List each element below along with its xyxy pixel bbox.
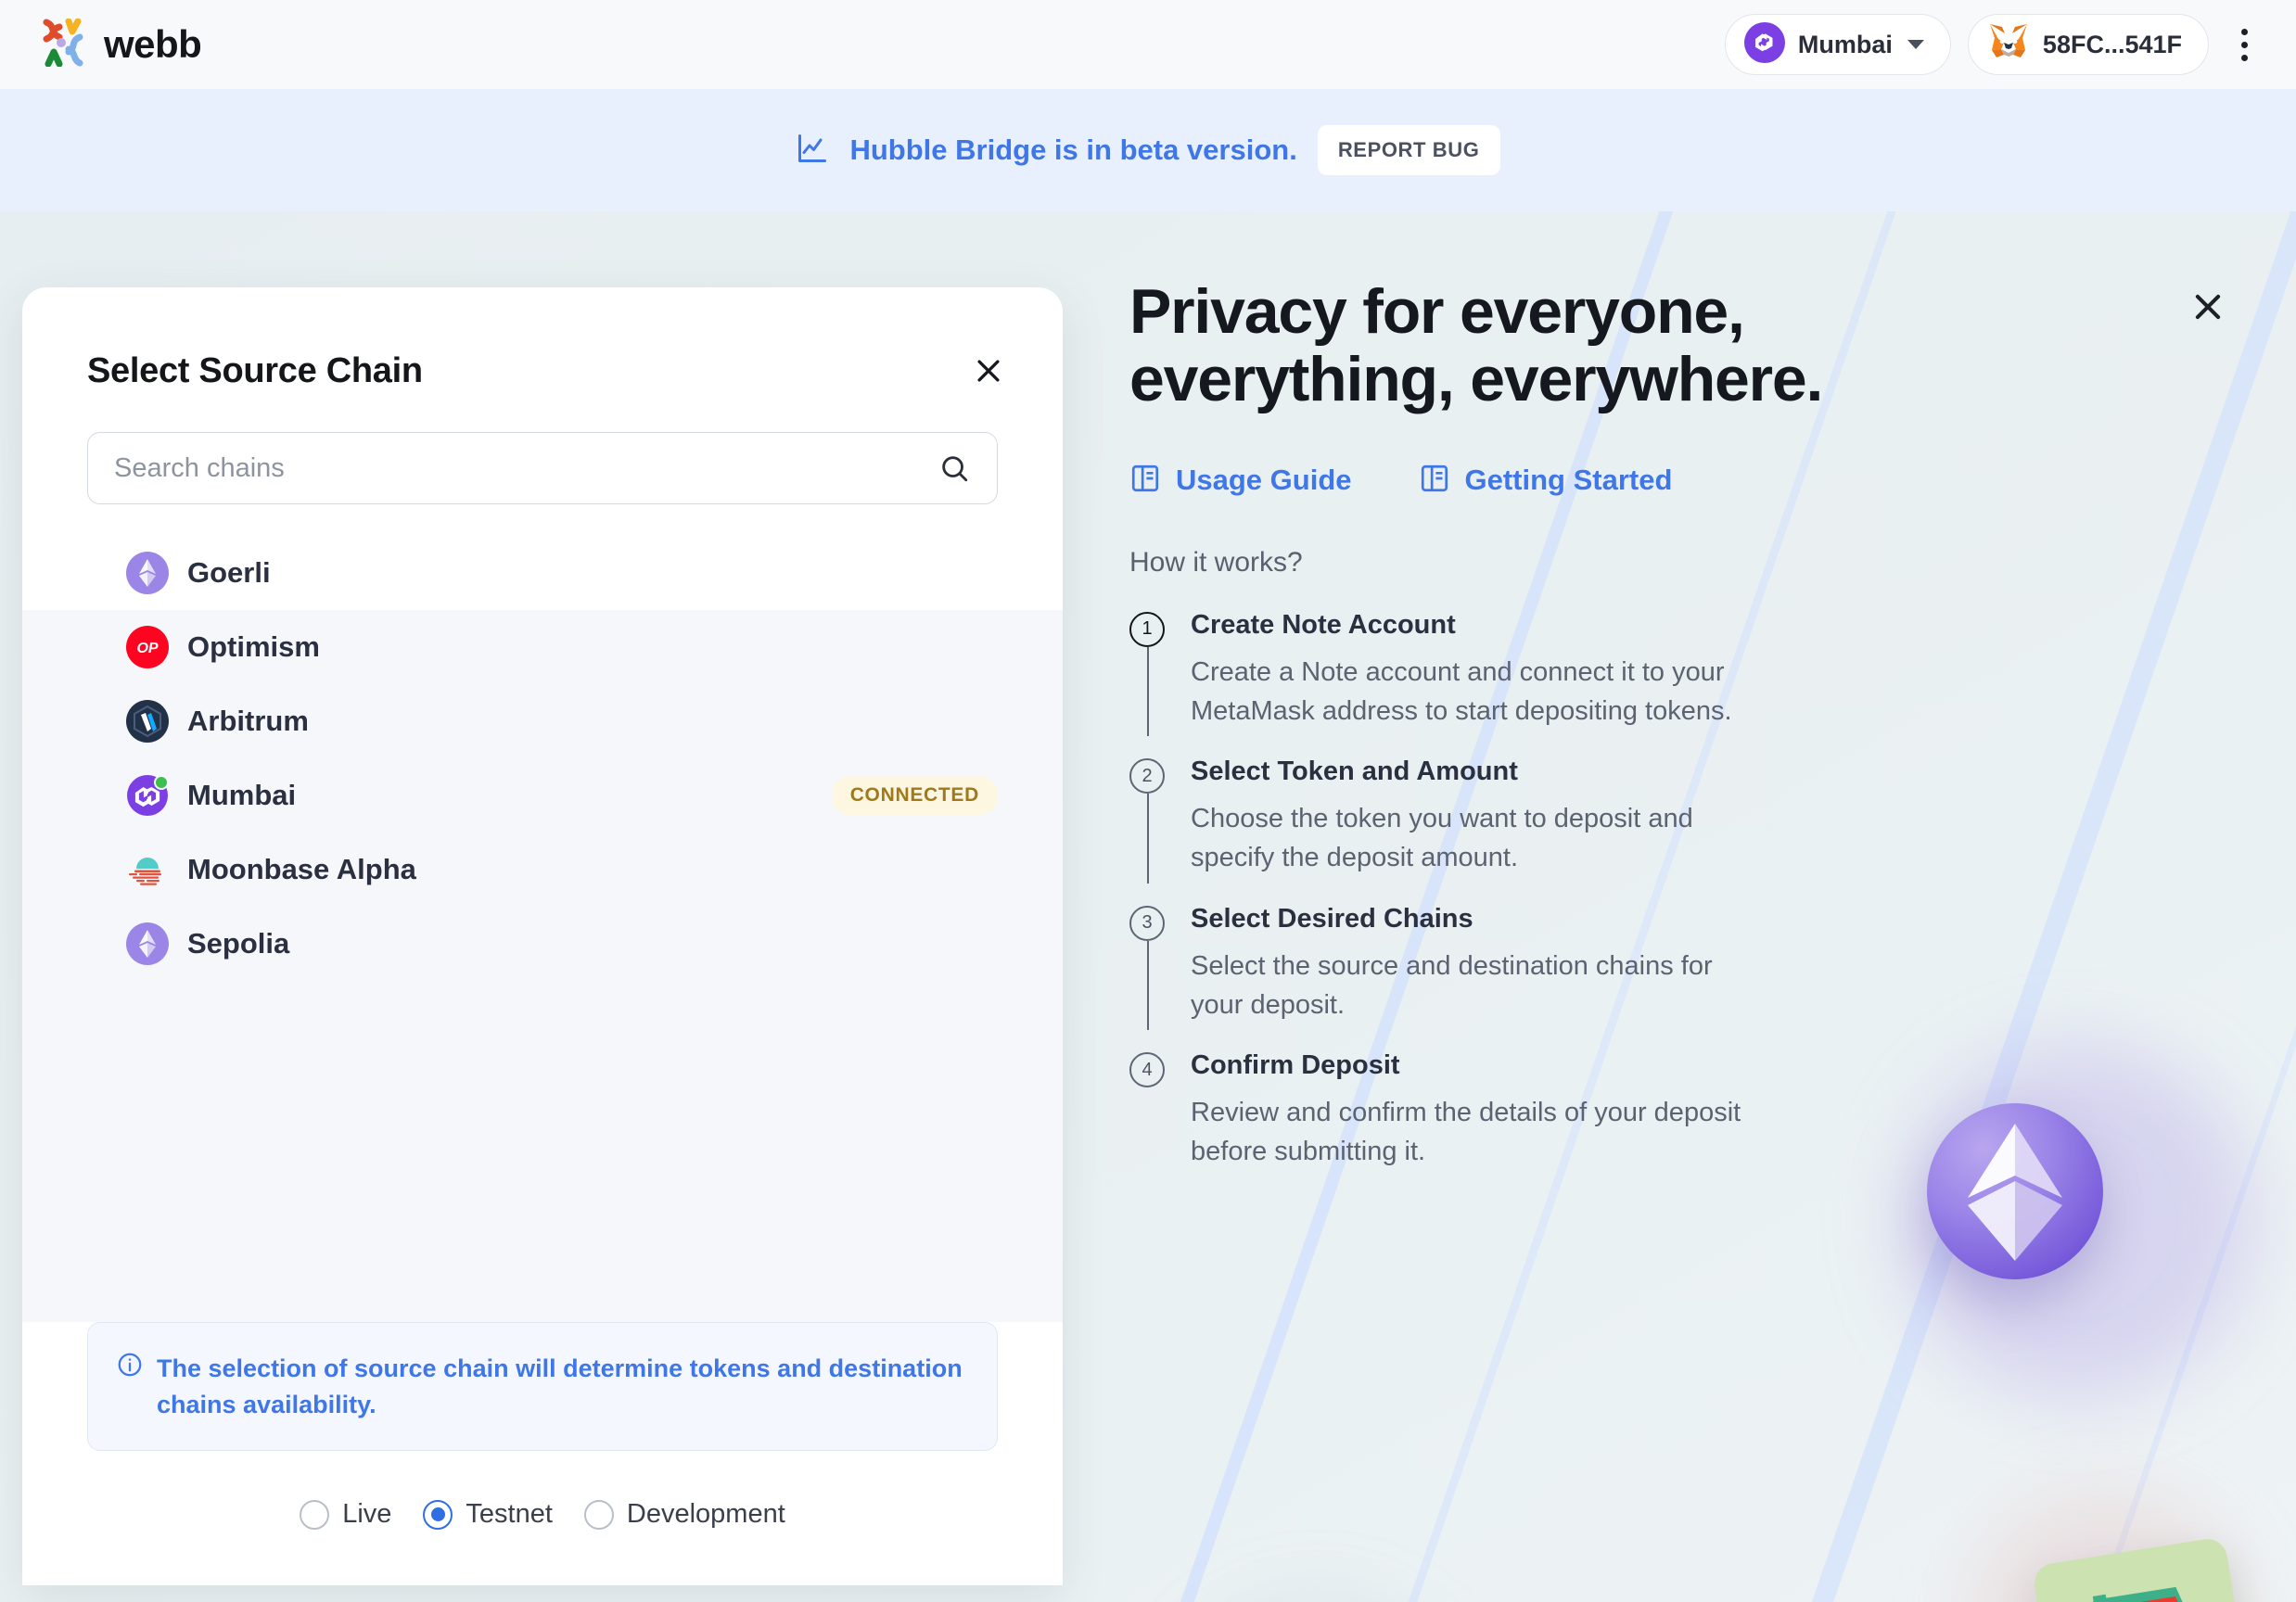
network-selector-button[interactable]: Mumbai <box>1724 14 1951 75</box>
app-root: webb Mumbai 58FC...541F Hubble Bridge is… <box>0 0 2296 1602</box>
page-title: Privacy for everyone, everything, everyw… <box>1129 276 1823 415</box>
chain-list-item-moonbase-alpha[interactable]: Moonbase Alpha <box>22 833 1063 907</box>
step-description: Create a Note account and connect it to … <box>1191 656 1732 726</box>
wallet-address-button[interactable]: 58FC...541F <box>1967 14 2209 75</box>
chain-list-item-optimism[interactable]: OP Optimism <box>22 610 1063 684</box>
network-name: Mumbai <box>1797 30 1893 58</box>
step-number: 4 <box>1129 1052 1165 1088</box>
step-number: 1 <box>1129 611 1165 647</box>
arbitrum-icon <box>126 700 169 743</box>
getting-started-link[interactable]: Getting Started <box>1419 463 1673 499</box>
usage-guide-link[interactable]: Usage Guide <box>1129 463 1352 499</box>
report-bug-button[interactable]: REPORT BUG <box>1317 125 1500 175</box>
close-icon[interactable] <box>2190 289 2226 329</box>
doc-links: Usage Guide Getting Started <box>1129 463 2242 499</box>
svg-text:OP: OP <box>136 641 158 656</box>
step-description: Review and confirm the details of your d… <box>1191 1098 1741 1167</box>
kebab-menu-icon[interactable] <box>2226 14 2263 75</box>
how-it-works-label: How it works? <box>1129 546 1303 578</box>
step-title: Create Note Account <box>1191 609 1456 640</box>
step-number: 2 <box>1129 758 1165 795</box>
chain-name: Arbitrum <box>187 705 309 737</box>
info-panel: Privacy for everyone, everything, everyw… <box>1129 276 2242 1198</box>
getting-started-label: Getting Started <box>1464 464 1673 497</box>
brand-name: webb <box>104 22 202 66</box>
moonbeam-icon <box>126 848 169 891</box>
brand[interactable]: webb <box>41 18 202 71</box>
ethereum-icon <box>126 552 169 594</box>
chain-list[interactable]: Goerli OP Optimism Arbitrum Mumbai CONNE… <box>22 536 1063 1323</box>
chain-list-item-goerli[interactable]: Goerli <box>22 536 1063 610</box>
step-connector <box>1146 794 1149 884</box>
step-item: 2 Select Token and Amount Choose the tok… <box>1129 756 2242 884</box>
info-note-text: The selection of source chain will deter… <box>157 1354 963 1418</box>
step-connector <box>1146 646 1149 737</box>
chain-name: Optimism <box>187 630 320 663</box>
step-title: Select Token and Amount <box>1191 756 1518 787</box>
select-source-chain-modal: Select Source Chain Search chains Goerli… <box>22 287 1063 1585</box>
search-container <box>22 397 1063 536</box>
step-item: 3 Select Desired Chains Select the sourc… <box>1129 903 2242 1031</box>
radio-label: Live <box>342 1499 392 1529</box>
chain-name: Moonbase Alpha <box>187 853 416 885</box>
book-icon <box>1419 463 1450 499</box>
step-connector <box>1146 940 1149 1031</box>
optimism-icon: OP <box>126 626 169 668</box>
wallet-address: 58FC...541F <box>2042 30 2182 58</box>
ethereum-icon <box>126 922 169 965</box>
step-description: Select the source and destination chains… <box>1191 950 1713 1020</box>
book-icon <box>1129 463 1161 499</box>
beta-banner-text: Hubble Bridge is in beta version. <box>849 134 1297 166</box>
how-it-works-steps: 1 Create Note Account Create a Note acco… <box>1129 610 2242 1172</box>
webb-logo-icon <box>41 18 87 71</box>
polygon-icon <box>1743 21 1785 68</box>
radio-indicator[interactable] <box>300 1499 330 1530</box>
step-number: 3 <box>1129 905 1165 941</box>
beta-banner: Hubble Bridge is in beta version. REPORT… <box>0 89 2296 211</box>
chain-name: Mumbai <box>187 779 297 811</box>
step-item: 4 Confirm Deposit Review and confirm the… <box>1129 1050 2242 1172</box>
radio-label: Testnet <box>466 1499 553 1529</box>
info-icon <box>116 1351 144 1383</box>
chart-line-icon <box>796 132 829 170</box>
chevron-down-icon <box>1907 40 1924 49</box>
modal-title: Select Source Chain <box>87 350 423 390</box>
chain-list-item-mumbai[interactable]: Mumbai CONNECTED <box>22 758 1063 833</box>
app-header: webb Mumbai 58FC...541F <box>0 0 2296 89</box>
modal-header: Select Source Chain <box>22 287 1063 397</box>
search-input[interactable] <box>87 432 998 504</box>
header-actions: Mumbai 58FC...541F <box>1724 14 2263 75</box>
step-description: Choose the token you want to deposit and… <box>1191 804 1693 873</box>
radio-option-development[interactable]: Development <box>583 1499 785 1530</box>
radio-label: Development <box>626 1499 785 1529</box>
metamask-fox-icon <box>1987 22 2030 68</box>
network-mode-radio-group: Live Testnet Development <box>22 1451 1063 1585</box>
chain-list-item-sepolia[interactable]: Sepolia <box>22 907 1063 981</box>
radio-option-live[interactable]: Live <box>300 1499 391 1530</box>
radio-option-testnet[interactable]: Testnet <box>423 1499 553 1530</box>
chain-list-item-arbitrum[interactable]: Arbitrum <box>22 684 1063 758</box>
chain-name: Goerli <box>187 556 271 589</box>
usage-guide-label: Usage Guide <box>1176 464 1352 497</box>
polygon-icon <box>126 774 169 817</box>
status-badge: CONNECTED <box>831 776 998 815</box>
radio-indicator[interactable] <box>423 1499 453 1530</box>
radio-indicator[interactable] <box>583 1499 614 1530</box>
step-title: Confirm Deposit <box>1191 1050 1400 1081</box>
close-icon[interactable] <box>963 345 1014 397</box>
step-item: 1 Create Note Account Create a Note acco… <box>1129 609 2242 737</box>
chain-name: Sepolia <box>187 927 290 960</box>
step-title: Select Desired Chains <box>1191 903 1473 934</box>
source-chain-info-note: The selection of source chain will deter… <box>87 1322 998 1451</box>
